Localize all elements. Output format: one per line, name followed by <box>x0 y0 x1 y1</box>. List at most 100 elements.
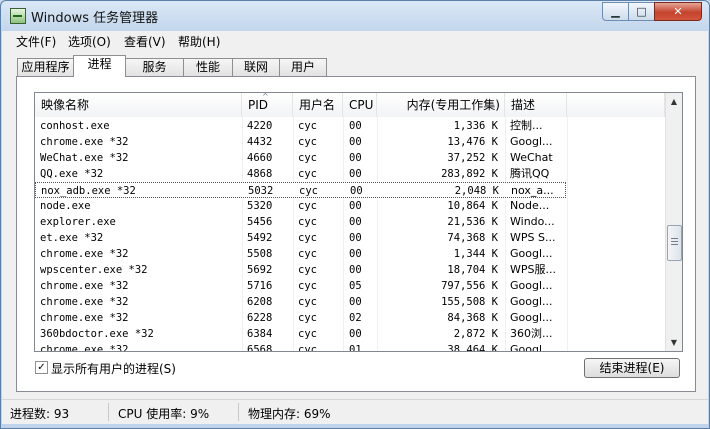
tab-networking[interactable]: 联网 <box>232 58 280 76</box>
column-header-memory[interactable]: 内存(专用工作集) <box>377 93 505 117</box>
show-all-users-checkbox[interactable]: ✓ <box>35 361 48 374</box>
column-header-image-name[interactable]: 映像名称 <box>35 93 242 117</box>
pid-cell: 5692 <box>247 264 273 276</box>
table-row[interactable]: chrome.exe *32 5508 cyc 00 1,344 K Googl... <box>35 246 566 262</box>
table-row[interactable]: nox_adb.exe *32 5032 cyc 00 2,048 K nox_a... <box>35 182 566 198</box>
pid-cell: 4660 <box>247 152 273 164</box>
process-name-cell: WeChat.exe *32 <box>40 152 129 164</box>
tab-services[interactable]: 服务 <box>125 58 184 76</box>
table-row[interactable]: wpscenter.exe *32 5692 cyc 00 18,704 K WPS服..… <box>35 262 566 278</box>
process-name-cell: wpscenter.exe *32 <box>40 264 148 276</box>
username-cell: cyc <box>298 296 317 308</box>
cpu-cell: 00 <box>349 120 362 132</box>
pid-cell: 5508 <box>247 248 273 260</box>
description-cell: Googl... <box>510 343 553 352</box>
task-manager-icon <box>10 8 26 24</box>
memory-cell: 84,368 K <box>447 312 498 324</box>
menu-help[interactable]: 帮助(H) <box>178 33 220 50</box>
pid-cell: 4432 <box>247 136 273 148</box>
memory-cell: 21,536 K <box>447 216 498 228</box>
username-cell: cyc <box>298 344 317 352</box>
memory-cell: 797,556 K <box>441 280 498 292</box>
table-row[interactable]: et.exe *32 5492 cyc 00 74,368 K WPS S... <box>35 230 566 246</box>
memory-cell: 283,892 K <box>441 168 498 180</box>
tab-processes[interactable]: 进程 <box>73 55 126 77</box>
cpu-cell: 02 <box>349 312 362 324</box>
table-row[interactable]: explorer.exe 5456 cyc 00 21,536 K Windo... <box>35 214 566 230</box>
end-process-button[interactable]: 结束进程(E) <box>584 358 680 378</box>
menu-file[interactable]: 文件(F) <box>16 33 56 50</box>
memory-cell: 155,508 K <box>441 296 498 308</box>
scroll-down-icon[interactable]: ▼ <box>666 334 682 351</box>
memory-cell: 2,048 K <box>454 185 499 197</box>
grip-line <box>671 241 678 242</box>
cpu-cell: 00 <box>349 136 362 148</box>
tab-users[interactable]: 用户 <box>279 58 327 76</box>
pid-cell: 4868 <box>247 168 273 180</box>
description-cell: Googl... <box>510 247 553 260</box>
table-row[interactable]: node.exe 5320 cyc 00 10,864 K Node... <box>35 198 566 214</box>
process-name-cell: chrome.exe *32 <box>40 296 129 308</box>
maximize-button[interactable]: □ <box>628 2 655 21</box>
table-row[interactable]: chrome.exe *32 5716 cyc 05 797,556 K Googl... <box>35 278 566 294</box>
process-list[interactable]: 映像名称 ^ PID 用户名 CPU 内存(专用工作集) 描述 conhost.… <box>34 92 683 352</box>
table-row[interactable]: WeChat.exe *32 4660 cyc 00 37,252 K WeChat <box>35 150 566 166</box>
column-header-pid[interactable]: ^ PID <box>242 93 293 117</box>
description-cell: Googl... <box>510 311 553 324</box>
processes-panel: 映像名称 ^ PID 用户名 CPU 内存(专用工作集) 描述 conhost.… <box>16 76 696 392</box>
process-name-cell: chrome.exe *32 <box>40 248 129 260</box>
username-cell: cyc <box>298 280 317 292</box>
cpu-cell: 01 <box>349 344 362 352</box>
show-all-users-label[interactable]: 显示所有用户的进程(S) <box>51 360 176 377</box>
close-button[interactable]: ✕ <box>654 2 702 21</box>
description-cell: 腾讯QQ <box>510 167 550 180</box>
process-name-cell: chrome.exe *32 <box>40 136 129 148</box>
process-name-cell: chrome.exe *32 <box>40 312 129 324</box>
description-cell: WeChat <box>510 151 553 164</box>
pid-cell: 4220 <box>247 120 273 132</box>
table-row[interactable]: chrome.exe *32 6228 cyc 02 84,368 K Googl... <box>35 310 566 326</box>
process-name-cell: node.exe <box>40 200 91 212</box>
scroll-thumb[interactable] <box>667 225 682 261</box>
menu-view[interactable]: 查看(V) <box>124 33 166 50</box>
tab-performance[interactable]: 性能 <box>183 58 233 76</box>
table-row[interactable]: 360bdoctor.exe *32 6384 cyc 00 2,872 K 360浏..… <box>35 326 566 342</box>
table-row[interactable]: QQ.exe *32 4868 cyc 00 283,892 K 腾讯QQ <box>35 166 566 182</box>
pid-cell: 5456 <box>247 216 273 228</box>
description-cell: Googl... <box>510 295 553 308</box>
column-header-username[interactable]: 用户名 <box>293 93 343 117</box>
window-title: Windows 任务管理器 <box>31 11 159 26</box>
username-cell: cyc <box>298 136 317 148</box>
table-row[interactable]: chrome.exe *32 6208 cyc 00 155,508 K Googl... <box>35 294 566 310</box>
title-bar[interactable]: Windows 任务管理器 ▁ □ ✕ <box>1 1 709 31</box>
cpu-cell: 00 <box>349 248 362 260</box>
tab-applications[interactable]: 应用程序 <box>17 58 74 76</box>
pid-cell: 6228 <box>247 312 273 324</box>
status-bar: 进程数: 93 CPU 使用率: 9% 物理内存: 69% <box>2 399 708 424</box>
client-area: 应用程序 进程 服务 性能 联网 用户 映像名称 ^ PID 用户名 CPU 内… <box>2 51 708 399</box>
table-row[interactable]: conhost.exe 4220 cyc 00 1,336 K 控制... <box>35 118 566 134</box>
pid-cell: 6208 <box>247 296 273 308</box>
username-cell: cyc <box>298 232 317 244</box>
memory-cell: 37,252 K <box>447 152 498 164</box>
pid-cell: 5716 <box>247 280 273 292</box>
memory-cell: 13,476 K <box>447 136 498 148</box>
column-header-filler <box>567 93 665 117</box>
process-name-cell: 360bdoctor.exe *32 <box>40 328 154 340</box>
username-cell: cyc <box>299 185 318 197</box>
cpu-cell: 00 <box>349 200 362 212</box>
minimize-button[interactable]: ▁ <box>602 2 629 21</box>
menu-options[interactable]: 选项(O) <box>68 33 111 50</box>
process-name-cell: QQ.exe *32 <box>40 168 104 180</box>
table-row[interactable]: chrome.exe *32 6568 cyc 01 38,464 K Googl... <box>35 342 566 352</box>
pid-cell: 5320 <box>247 200 273 212</box>
column-header-description[interactable]: 描述 <box>505 93 567 117</box>
scroll-up-icon[interactable]: ▲ <box>666 93 682 110</box>
username-cell: cyc <box>298 216 317 228</box>
memory-cell: 18,704 K <box>447 264 498 276</box>
grip-line <box>671 244 678 245</box>
cpu-cell: 00 <box>349 328 362 340</box>
table-row[interactable]: chrome.exe *32 4432 cyc 00 13,476 K Googl... <box>35 134 566 150</box>
column-header-cpu[interactable]: CPU <box>343 93 377 117</box>
vertical-scrollbar[interactable]: ▲ ▼ <box>665 93 682 351</box>
